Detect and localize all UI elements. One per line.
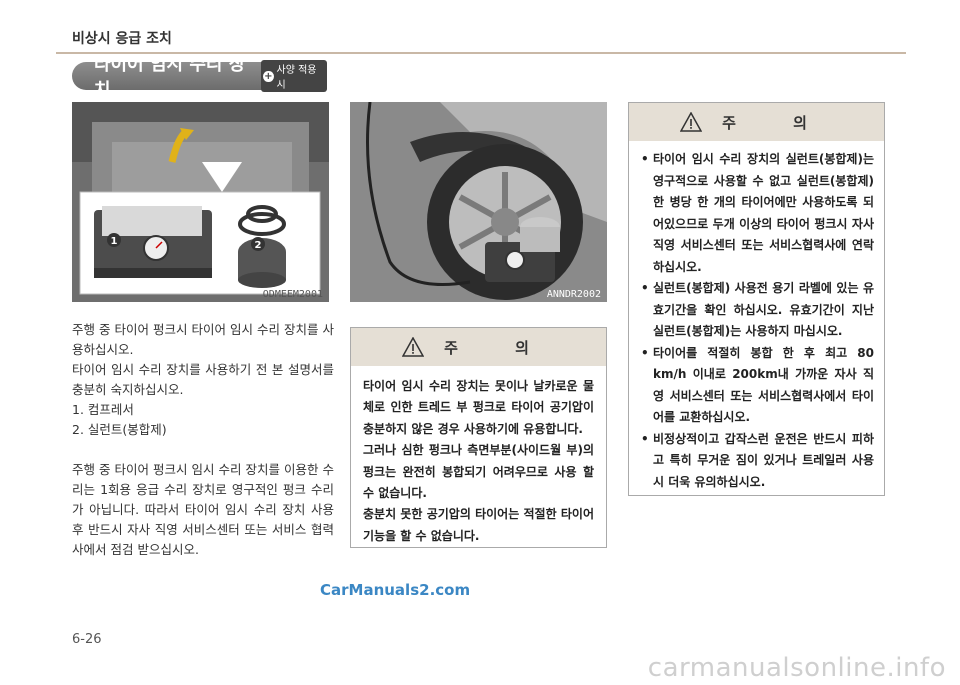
caution-list: 타이어 임시 수리 장치의 실런트(봉합제)는 영구적으로 사용할 수 없고 실…: [639, 149, 874, 493]
list-item: 타이어 임시 수리 장치의 실런트(봉합제)는 영구적으로 사용할 수 없고 실…: [639, 149, 874, 278]
watermark-link[interactable]: CarManuals2.com: [320, 581, 470, 599]
repair-kit-illustration: 1 2: [72, 102, 329, 302]
caution-body: 타이어 임시 수리 장치는 못이나 날카로운 물체로 인한 트레드 부 펑크로 …: [351, 366, 606, 553]
caution-box-right: 주 의 타이어 임시 수리 장치의 실런트(봉합제)는 영구적으로 사용할 수 …: [628, 102, 885, 496]
tire-inflation-illustration: [350, 102, 607, 302]
warning-triangle-icon: [680, 112, 703, 132]
repair-kit-photo: 1 2 ODMEEM2001: [72, 102, 329, 302]
right-image-code: ANNDR2002: [546, 289, 601, 300]
caution-title: 주 의: [444, 338, 555, 357]
callout-1: 1: [111, 236, 118, 247]
section-header: 비상시 응급 조치: [72, 31, 172, 47]
paragraph-3: 주행 중 타이어 펑크시 임시 수리 장치를 이용한 수리는 1회용 응급 수리…: [72, 462, 334, 557]
option-badge: + 사양 적용시: [261, 60, 327, 92]
caution-body: 타이어 임시 수리 장치의 실런트(봉합제)는 영구적으로 사용할 수 없고 실…: [629, 141, 884, 499]
warning-triangle-icon: [402, 337, 425, 357]
paragraph-2: 타이어 임시 수리 장치를 사용하기 전 본 설명서를 충분히 숙지하십시오.: [72, 362, 334, 397]
left-image-code: ODMEEM2001: [262, 289, 323, 300]
caution-header: 주 의: [629, 103, 884, 141]
caution-title: 주 의: [722, 113, 833, 132]
list-item-sealant: 2. 실런트(봉합제): [72, 422, 167, 437]
section-title-pill: 타이어 임시 수리 장치 + 사양 적용시: [72, 54, 327, 101]
plus-icon: +: [263, 70, 274, 82]
site-watermark: carmanualsonline.info: [647, 653, 946, 683]
body-text: 주행 중 타이어 펑크시 타이어 임시 수리 장치를 사용하십시오. 타이어 임…: [72, 320, 334, 560]
tire-inflation-photo: ANNDR2002: [350, 102, 607, 302]
list-item: 실런트(봉합제) 사용전 용기 라벨에 있는 유효기간을 확인 하십시오. 유효…: [639, 278, 874, 343]
section-title: 타이어 임시 수리 장치: [94, 54, 246, 101]
paragraph-1: 주행 중 타이어 펑크시 타이어 임시 수리 장치를 사용하십시오.: [72, 322, 334, 357]
caution-text-2: 그러나 심한 펑크나 측면부분(사이드월 부)의 펑크는 완전히 봉합되기 어려…: [363, 443, 594, 501]
list-item: 비정상적이고 갑작스런 운전은 반드시 피하고 특히 무거운 짐이 있거나 트레…: [639, 429, 874, 494]
list-item: 타이어를 적절히 봉합 한 후 최고 80 km/h 이내로 200km내 가까…: [639, 343, 874, 429]
option-badge-label: 사양 적용시: [276, 65, 317, 91]
callout-2: 2: [255, 240, 262, 251]
list-item-compressor: 1. 컴프레서: [72, 402, 134, 417]
page-number: 6-26: [72, 632, 102, 647]
caution-box-middle: 주 의 타이어 임시 수리 장치는 못이나 날카로운 물체로 인한 트레드 부 …: [350, 327, 607, 548]
caution-text-3: 충분치 못한 공기압의 타이어는 적절한 타이어 기능을 할 수 없습니다.: [363, 507, 594, 543]
caution-text-1: 타이어 임시 수리 장치는 못이나 날카로운 물체로 인한 트레드 부 펑크로 …: [363, 379, 594, 436]
caution-header: 주 의: [351, 328, 606, 366]
